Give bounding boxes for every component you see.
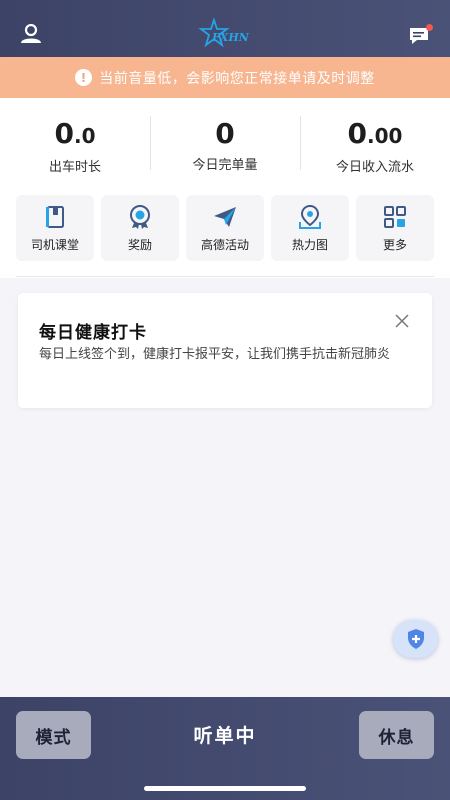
stat-income[interactable]: 0.00 今日收入流水 [300, 116, 450, 176]
shortcut-grid: 司机课堂 奖励 高德活动 热力图 更多 [16, 195, 434, 261]
stat-income-label: 今日收入流水 [335, 160, 414, 175]
stat-duration-label: 出车时长 [48, 160, 101, 175]
shortcut-label: 奖励 [127, 237, 152, 252]
shortcut-label: 高德活动 [200, 237, 249, 252]
divider [16, 276, 434, 277]
close-icon[interactable] [394, 313, 410, 329]
card-title: 每日健康打卡 [39, 323, 147, 343]
book-icon [46, 205, 64, 228]
shortcut-label: 热力图 [291, 237, 328, 252]
stat-duration-value: 0.0 [54, 117, 96, 150]
paper-plane-icon [214, 206, 236, 227]
medal-icon [130, 204, 150, 229]
bottom-bar: 模式 听单中 休息 [0, 697, 450, 800]
stat-orders[interactable]: 0 今日完单量 [150, 116, 300, 176]
app-logo: FXHN [198, 18, 250, 48]
shortcut-label: 更多 [382, 237, 407, 252]
stat-orders-value: 0 [215, 117, 235, 150]
logo-text: FXHN [211, 31, 250, 44]
shortcut-driver-class[interactable]: 司机课堂 [16, 195, 94, 261]
shortcut-heatmap[interactable]: 热力图 [271, 195, 349, 261]
card-description: 每日上线签个到，健康打卡报平安，让我们携手抗击新冠肺炎 [39, 347, 391, 362]
notice-text: 当前音量低，会影响您正常接单请及时调整 [99, 70, 375, 87]
safety-center-button[interactable] [393, 620, 438, 658]
dashboard-panel: 0.0 出车时长 0 今日完单量 0.00 今日收入流水 司机课堂 奖励 高德活… [0, 98, 450, 278]
shortcut-amap-activity[interactable]: 高德活动 [186, 195, 264, 261]
unread-badge [426, 24, 433, 31]
rest-button[interactable]: 休息 [359, 711, 434, 759]
grid-icon [384, 205, 406, 228]
shortcut-rewards[interactable]: 奖励 [101, 195, 179, 261]
shortcut-more[interactable]: 更多 [356, 195, 434, 261]
stat-orders-label: 今日完单量 [192, 158, 258, 173]
stat-income-value: 0.00 [347, 117, 403, 150]
warning-icon: ! [75, 69, 93, 86]
shortcut-label: 司机课堂 [30, 237, 79, 252]
location-pin-icon [299, 204, 321, 229]
top-bar: FXHN [0, 0, 450, 57]
message-button[interactable] [408, 24, 434, 46]
shield-plus-icon [407, 629, 424, 649]
home-indicator[interactable] [144, 786, 306, 791]
user-icon[interactable] [20, 24, 42, 44]
health-checkin-card[interactable]: 每日健康打卡 每日上线签个到，健康打卡报平安，让我们携手抗击新冠肺炎 [18, 293, 432, 408]
stats-row: 0.0 出车时长 0 今日完单量 0.00 今日收入流水 [0, 116, 450, 176]
stat-duration[interactable]: 0.0 出车时长 [0, 116, 150, 176]
volume-warning-banner[interactable]: ! 当前音量低，会影响您正常接单请及时调整 [0, 57, 450, 98]
